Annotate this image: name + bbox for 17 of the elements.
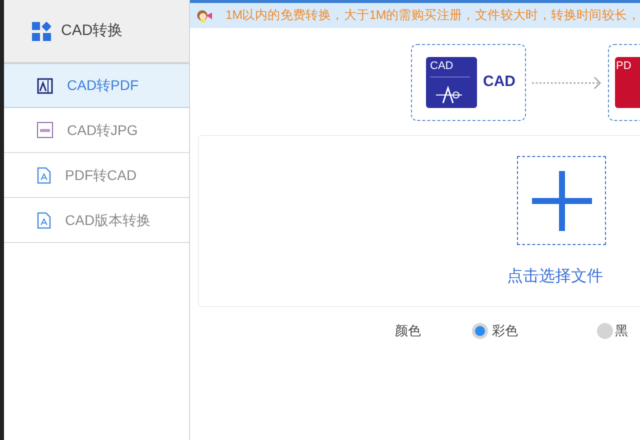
dotted-arrow <box>532 74 602 90</box>
radio-label[interactable]: 黑 <box>615 321 628 340</box>
sidebar-title: CAD转换 <box>61 20 123 41</box>
grid-icon <box>32 22 51 40</box>
radio-label[interactable]: 彩色 <box>492 321 587 340</box>
format-label: CAD <box>483 72 516 92</box>
add-file-button[interactable] <box>517 156 606 245</box>
document-icon: PD <box>615 57 640 108</box>
radio-button[interactable] <box>472 322 488 339</box>
sidebar-item[interactable]: CAD转PDF <box>4 63 189 108</box>
drawing-file-icon <box>37 78 53 94</box>
notice-text: 1M以内的免费转换，大于1M的需购买注册，文件较大时，转换时间较长， <box>225 7 640 24</box>
select-file-link[interactable]: 点击选择文件 <box>507 265 603 289</box>
color-label: 颜色 <box>395 322 422 340</box>
radio-button[interactable] <box>597 322 613 339</box>
drawing-file-icon: CAD <box>426 57 477 108</box>
plus-icon <box>532 170 592 230</box>
